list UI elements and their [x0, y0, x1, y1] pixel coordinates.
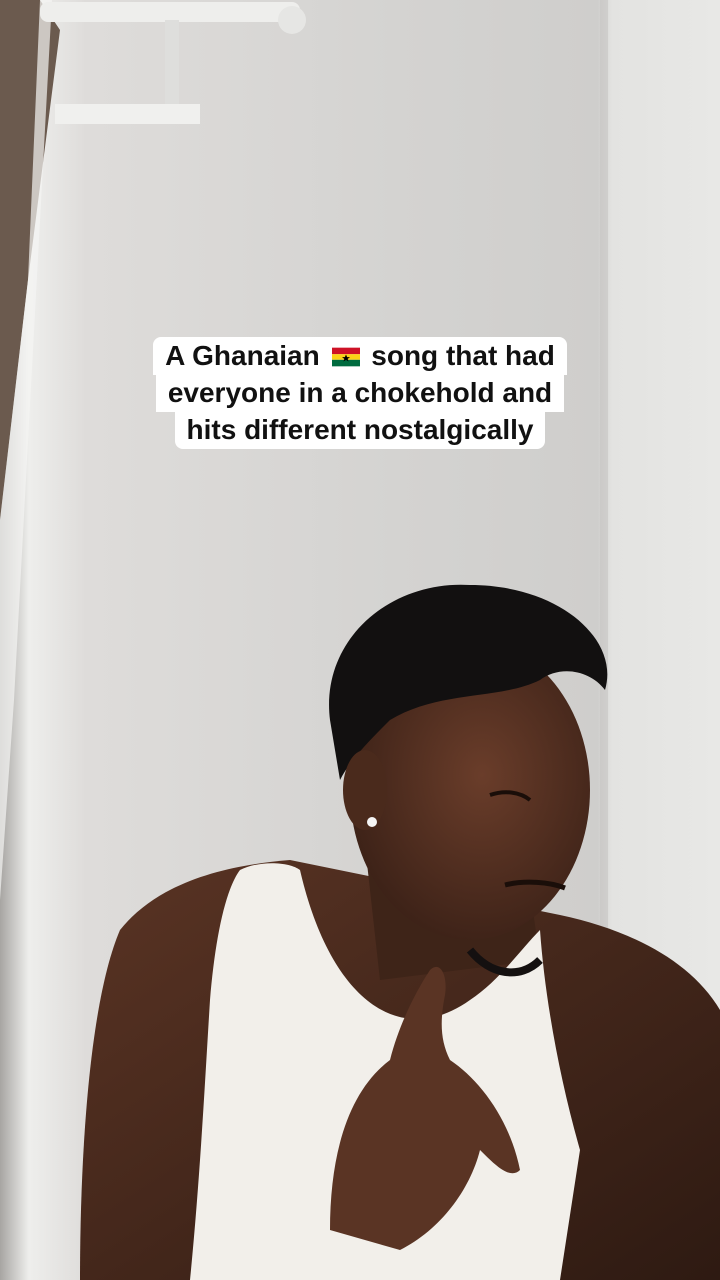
ghana-flag-icon — [331, 347, 360, 367]
caption-line-2: everyone in a chokehold and — [155, 374, 565, 412]
caption-text-1b: song that had — [363, 340, 555, 371]
pipe-cap — [278, 6, 306, 34]
earring — [367, 817, 377, 827]
caption-line-3: hits different nostalgically — [174, 411, 546, 449]
video-caption: A Ghanaian song that had everyone in a c… — [0, 337, 720, 449]
video-frame — [0, 0, 720, 1280]
pipe-bracket — [165, 20, 179, 110]
ceiling-shelf — [55, 104, 200, 124]
ceiling-pipe — [40, 2, 300, 22]
caption-text-1a: A Ghanaian — [165, 340, 328, 371]
caption-line-1: A Ghanaian song that had — [153, 337, 567, 375]
